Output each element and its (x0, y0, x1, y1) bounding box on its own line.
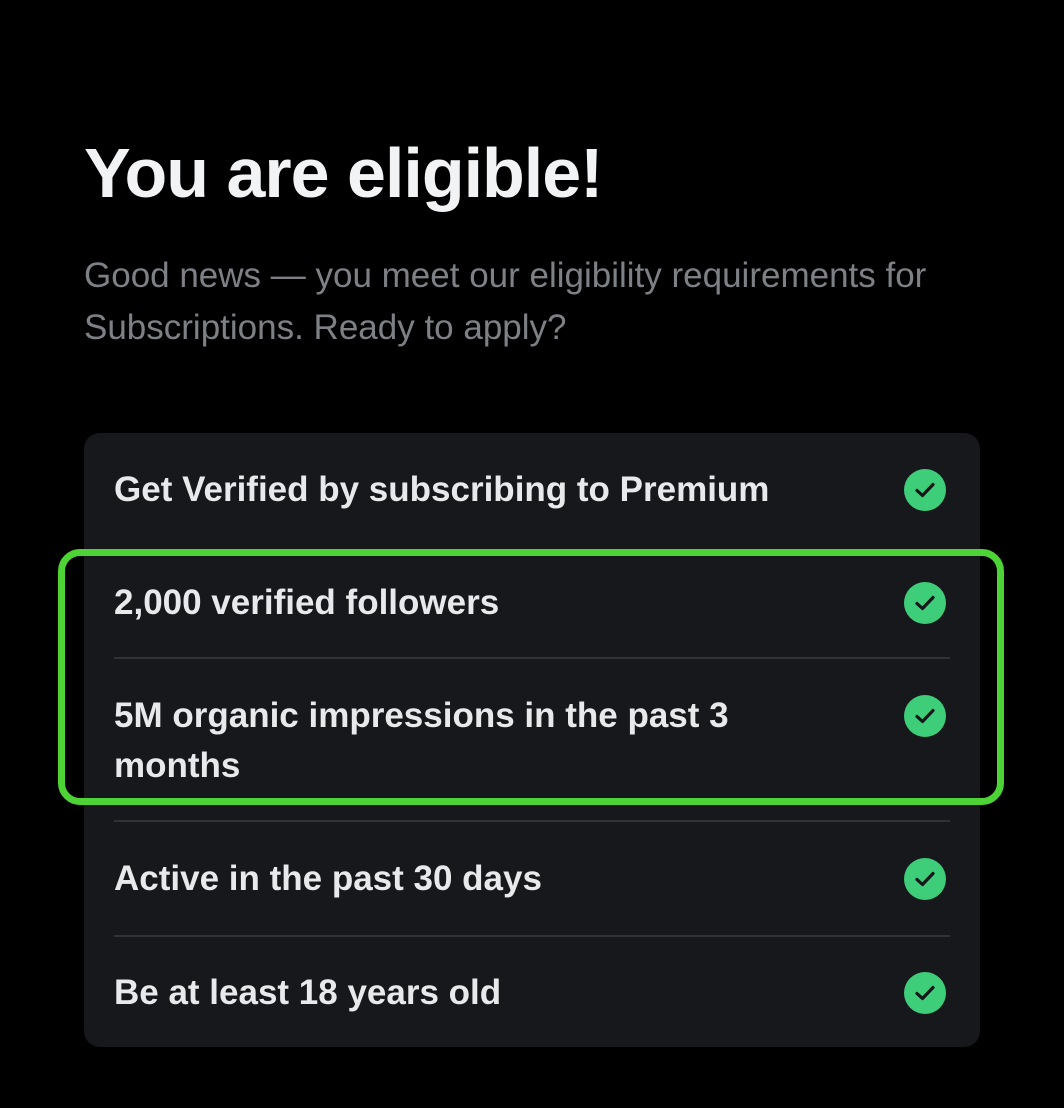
requirement-label: 5M organic impressions in the past 3 mon… (114, 696, 729, 785)
requirement-label: Active in the past 30 days (114, 859, 542, 898)
requirement-row-impressions: 5M organic impressions in the past 3 mon… (114, 691, 950, 791)
requirement-label: Get Verified by subscribing to Premium (114, 470, 770, 509)
row-divider (114, 820, 950, 822)
page-subtitle: Good news — you meet our eligibility req… (84, 256, 927, 347)
requirement-row-active: Active in the past 30 days (114, 854, 950, 904)
requirement-label: Be at least 18 years old (114, 973, 502, 1012)
requirement-row-age: Be at least 18 years old (114, 968, 950, 1018)
check-circle-icon (904, 695, 946, 737)
row-divider (114, 935, 950, 937)
check-circle-icon (904, 972, 946, 1014)
page-title: You are eligible! (84, 134, 603, 212)
row-divider (114, 657, 950, 659)
eligibility-screen: You are eligible! Good news — you meet o… (0, 0, 1064, 1108)
requirement-row-premium: Get Verified by subscribing to Premium (114, 465, 950, 515)
requirements-card: Get Verified by subscribing to Premium 2… (84, 433, 980, 1047)
check-circle-icon (904, 469, 946, 511)
check-circle-icon (904, 582, 946, 624)
check-circle-icon (904, 858, 946, 900)
requirement-label: 2,000 verified followers (114, 583, 500, 622)
requirement-row-followers: 2,000 verified followers (114, 578, 950, 628)
